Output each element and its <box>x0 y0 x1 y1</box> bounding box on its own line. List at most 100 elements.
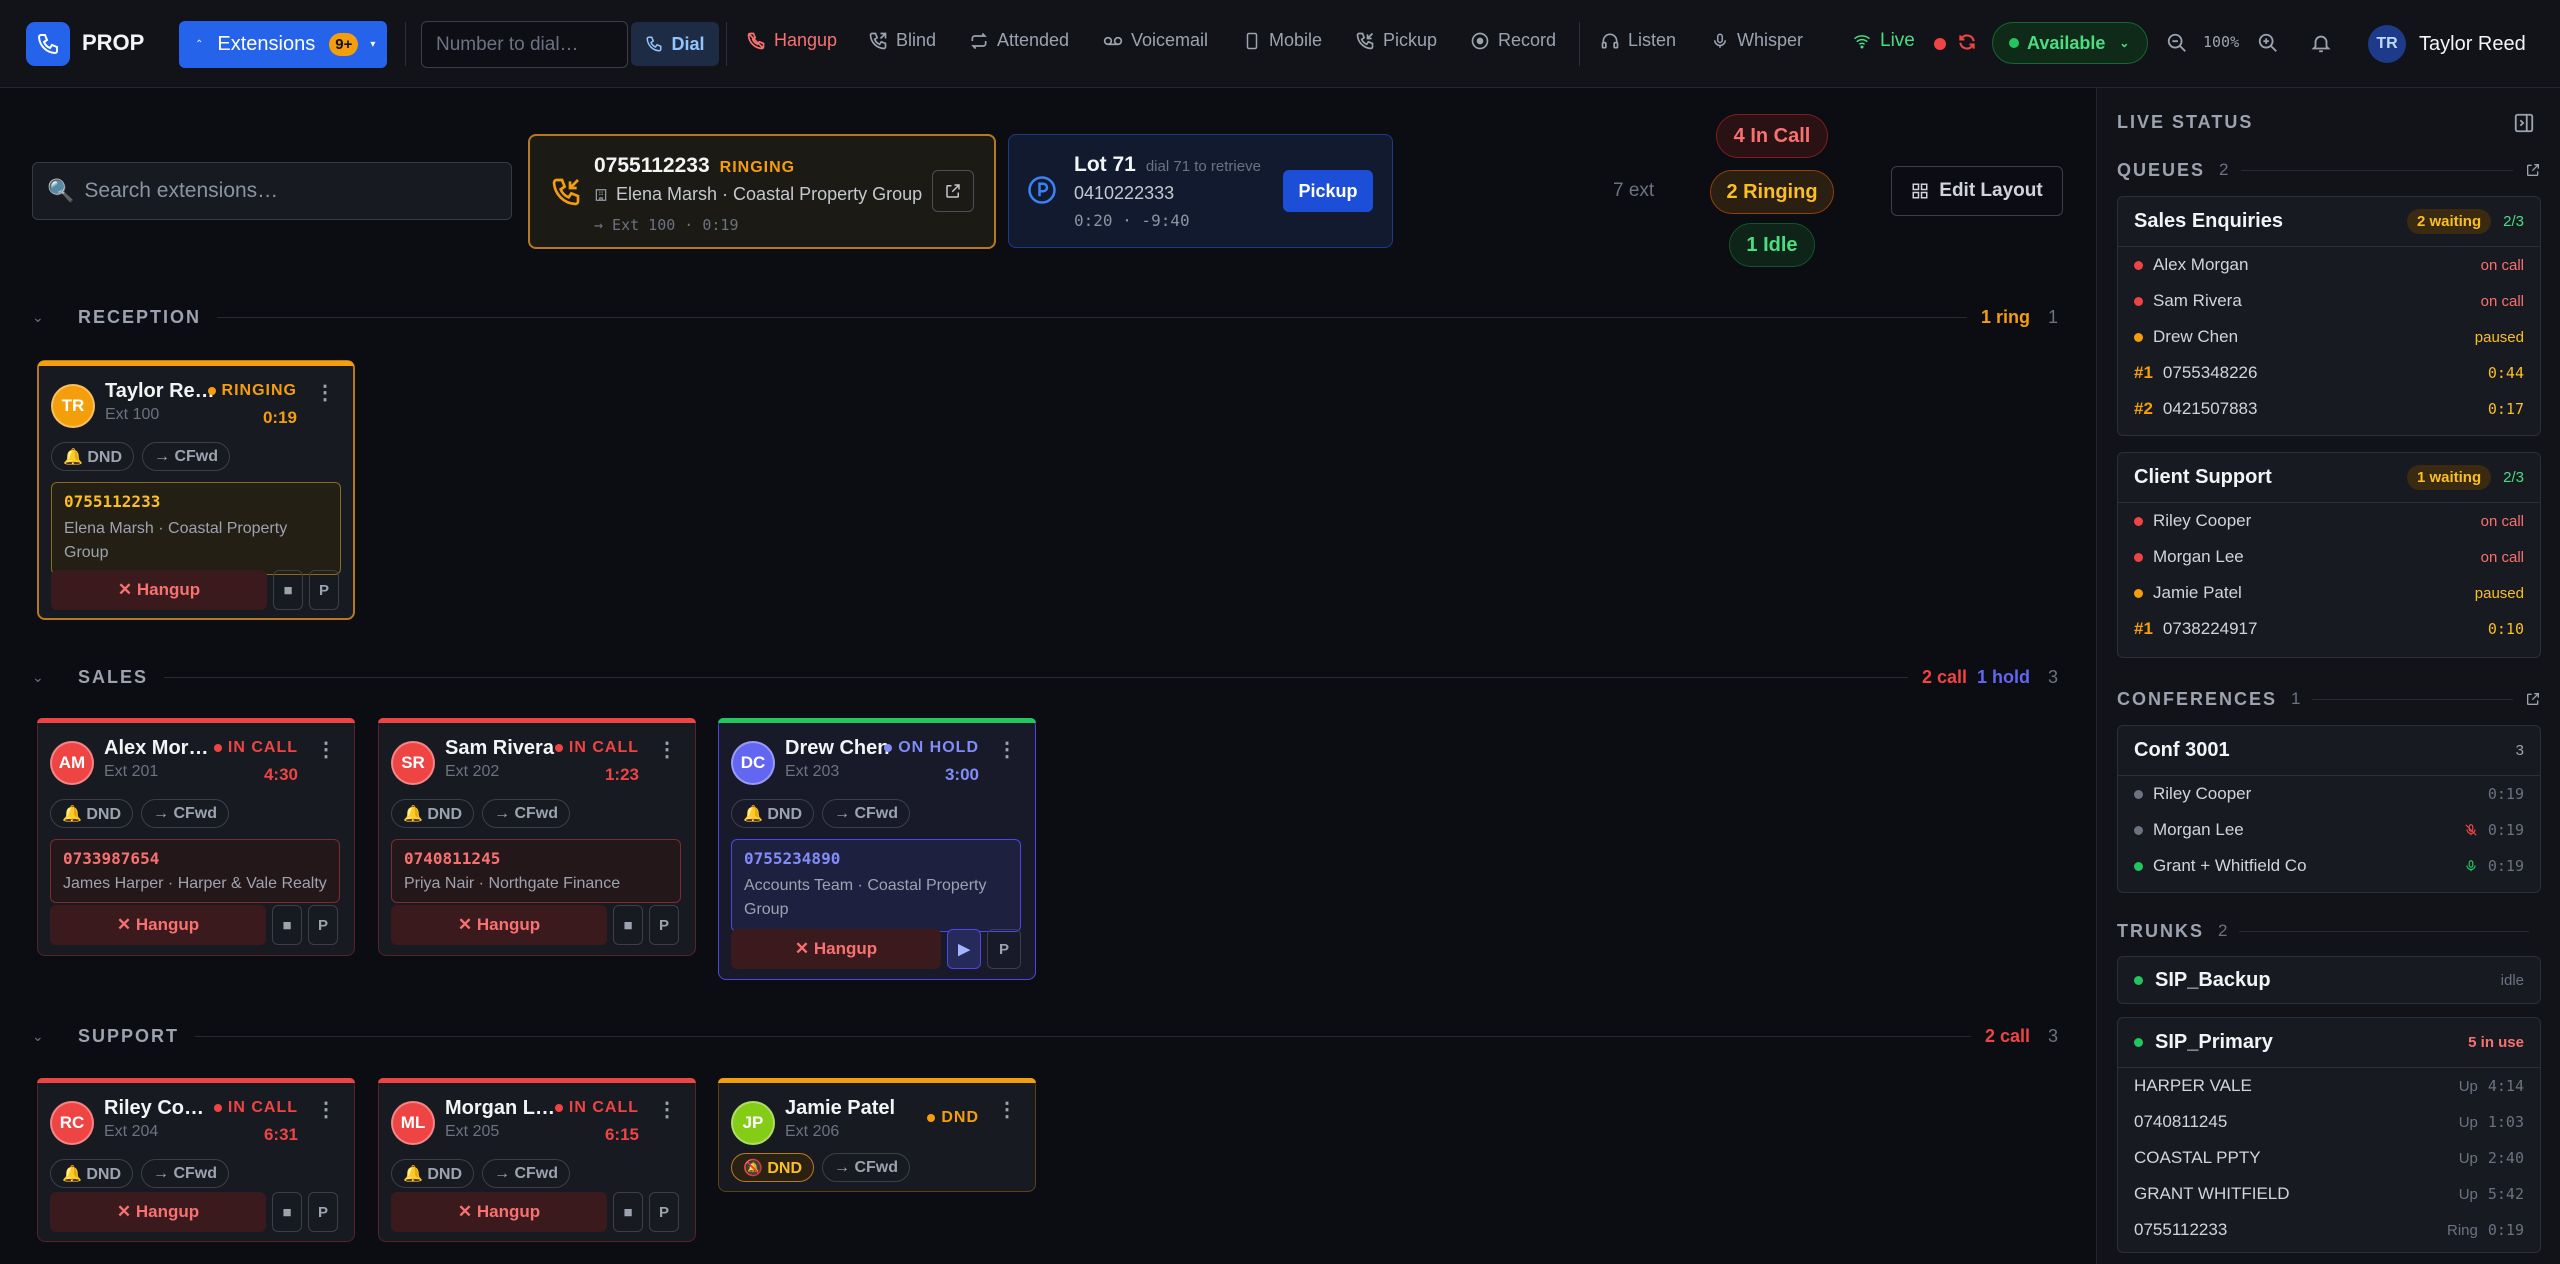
hold-button[interactable]: ■ <box>272 1192 302 1232</box>
dnd-toggle[interactable]: 🔔 DND <box>731 799 815 828</box>
ringing-call-card[interactable]: 0755112233 RINGING Elena Marsh · Coastal… <box>528 134 996 249</box>
bell-icon[interactable] <box>2310 31 2332 55</box>
hangup-button[interactable]: ✕ Hangup <box>731 929 941 969</box>
extension-card-202[interactable]: SR Sam Rivera Ext 202 IN CALL 1:23 ⋮ 🔔 D… <box>378 718 696 956</box>
conference-member: Riley Cooper 0:19 <box>2118 776 2540 812</box>
collapse-panel-icon[interactable] <box>2513 112 2535 134</box>
trunk-channel: 0740811245 Up 1:03 <box>2134 1112 2524 1131</box>
hangup-button[interactable]: ✕ Hangup <box>51 570 267 610</box>
hold-button[interactable]: ■ <box>613 905 643 945</box>
more-vertical-icon[interactable]: ⋮ <box>657 1100 677 1120</box>
dnd-toggle[interactable]: 🔔 DND <box>391 1159 475 1188</box>
queue-card-sales[interactable]: Sales Enquiries 2 waiting 2/3 Alex Morga… <box>2117 196 2541 436</box>
pickup-button[interactable]: Pickup <box>1355 30 1437 51</box>
zoom-in-icon[interactable] <box>2257 32 2279 54</box>
user-avatar[interactable]: TR <box>2368 25 2406 63</box>
hold-button[interactable]: ■ <box>613 1192 643 1232</box>
dnd-toggle[interactable]: 🔔 DND <box>50 1159 134 1188</box>
parked-pickup-button[interactable]: Pickup <box>1283 170 1373 212</box>
external-link-icon[interactable] <box>2525 691 2541 707</box>
attended-transfer-button[interactable]: Attended <box>969 30 1069 51</box>
more-vertical-icon[interactable]: ⋮ <box>657 740 677 760</box>
cfwd-toggle[interactable]: → CFwd <box>142 442 231 471</box>
cfwd-toggle[interactable]: → CFwd <box>822 1153 911 1182</box>
mobile-button[interactable]: Mobile <box>1243 30 1322 51</box>
cfwd-toggle[interactable]: → CFwd <box>482 799 571 828</box>
group-header-support[interactable]: ⌄ SUPPORT 2 call 3 <box>32 1021 2058 1051</box>
ringing-pill[interactable]: 2 Ringing <box>1710 170 1834 214</box>
queue-ratio: 2/3 <box>2503 213 2524 230</box>
hangup-button[interactable]: ✕ Hangup <box>50 905 266 945</box>
zoom-out-icon[interactable] <box>2166 32 2188 54</box>
voicemail-button[interactable]: Voicemail <box>1103 30 1208 51</box>
park-button[interactable]: P <box>987 929 1021 969</box>
more-vertical-icon[interactable]: ⋮ <box>997 740 1017 760</box>
listen-button[interactable]: Listen <box>1600 30 1676 51</box>
extensions-button[interactable]: ⌃ Extensions 9+ ▾ <box>179 21 387 68</box>
hangup-button[interactable]: ✕ Hangup <box>50 1192 266 1232</box>
extension-card-204[interactable]: RC Riley Cooper Ext 204 IN CALL 6:31 ⋮ 🔔… <box>37 1078 355 1242</box>
more-vertical-icon[interactable]: ⋮ <box>315 383 335 403</box>
group-header-reception[interactable]: ⌄ RECEPTION 1 ring 1 <box>32 302 2058 332</box>
status-bar <box>37 1078 355 1083</box>
queue-caller[interactable]: #2 0421507883 0:17 <box>2118 391 2540 427</box>
chevron-down-icon[interactable]: ⌄ <box>32 669 60 686</box>
extension-card-203[interactable]: DC Drew Chen Ext 203 ON HOLD 3:00 ⋮ 🔔 DN… <box>718 718 1036 980</box>
hold-button[interactable]: ■ <box>273 570 303 610</box>
whisper-button[interactable]: Whisper <box>1711 30 1803 51</box>
availability-label: Available <box>2027 32 2106 53</box>
microphone-icon[interactable] <box>2464 858 2478 874</box>
park-button[interactable]: P <box>309 570 339 610</box>
dnd-toggle[interactable]: 🔔 DND <box>50 799 134 828</box>
queue-caller[interactable]: #1 0738224917 0:10 <box>2118 611 2540 647</box>
in-call-pill[interactable]: 4 In Call <box>1716 114 1828 158</box>
external-link-icon[interactable] <box>2525 162 2541 178</box>
dnd-toggle[interactable]: 🔕 DND <box>731 1153 815 1182</box>
more-vertical-icon[interactable]: ⋮ <box>997 1100 1017 1120</box>
park-button[interactable]: P <box>308 905 338 945</box>
record-button[interactable]: Record <box>1470 30 1556 51</box>
user-name[interactable]: Taylor Reed <box>2419 33 2526 56</box>
group-header-sales[interactable]: ⌄ SALES 2 call 1 hold 3 <box>32 662 2058 692</box>
queue-card-support[interactable]: Client Support 1 waiting 2/3 Riley Coope… <box>2117 452 2541 658</box>
cfwd-toggle[interactable]: → CFwd <box>482 1159 571 1188</box>
mic-off-icon[interactable] <box>2464 822 2478 838</box>
idle-pill[interactable]: 1 Idle <box>1729 223 1815 267</box>
dnd-toggle[interactable]: 🔔 DND <box>51 442 135 471</box>
refresh-icon[interactable] <box>1957 32 1977 52</box>
hangup-button[interactable]: ✕ Hangup <box>391 905 607 945</box>
more-vertical-icon[interactable]: ⋮ <box>316 1100 336 1120</box>
park-button[interactable]: P <box>308 1192 338 1232</box>
queue-name: Client Support <box>2134 466 2272 488</box>
dial-button[interactable]: Dial <box>631 22 719 66</box>
chevron-down-icon[interactable]: ⌄ <box>32 309 60 326</box>
extension-card-206[interactable]: JP Jamie Patel Ext 206 DND ⋮ 🔕 DND → CFw… <box>718 1078 1036 1192</box>
hangup-button[interactable]: ✕ Hangup <box>391 1192 607 1232</box>
trunk-channel: HARPER VALE Up 4:14 <box>2134 1076 2524 1095</box>
conference-card[interactable]: Conf 3001 3 Riley Cooper 0:19 Morgan Lee … <box>2117 725 2541 893</box>
queue-caller[interactable]: #1 0755348226 0:44 <box>2118 355 2540 391</box>
extension-card-205[interactable]: ML Morgan Lee Ext 205 IN CALL 6:15 ⋮ 🔔 D… <box>378 1078 696 1242</box>
extension-card-201[interactable]: AM Alex Morgan Ext 201 IN CALL 4:30 ⋮ 🔔 … <box>37 718 355 956</box>
open-call-button[interactable] <box>932 170 974 212</box>
dial-input[interactable] <box>421 21 628 68</box>
availability-dropdown[interactable]: Available ⌄ <box>1992 22 2148 64</box>
more-vertical-icon[interactable]: ⋮ <box>316 740 336 760</box>
cfwd-toggle[interactable]: → CFwd <box>141 799 230 828</box>
trunk-card-backup[interactable]: SIP_Backup idle <box>2117 956 2541 1004</box>
park-button[interactable]: P <box>649 905 679 945</box>
blind-transfer-button[interactable]: Blind <box>868 30 936 51</box>
hold-button[interactable]: ■ <box>272 905 302 945</box>
extension-card-100[interactable]: TR Taylor Reed Ext 100 RINGING 0:19 ⋮ 🔔 … <box>37 360 355 620</box>
dnd-toggle[interactable]: 🔔 DND <box>391 799 475 828</box>
edit-layout-button[interactable]: Edit Layout <box>1891 166 2063 216</box>
resume-button[interactable]: ▶ <box>947 929 981 969</box>
cfwd-toggle[interactable]: → CFwd <box>141 1159 230 1188</box>
park-button[interactable]: P <box>649 1192 679 1232</box>
trunk-card-primary[interactable]: SIP_Primary 5 in use HARPER VALE Up 4:14 0… <box>2117 1017 2541 1253</box>
hangup-button[interactable]: Hangup <box>746 30 837 51</box>
chevron-down-icon[interactable]: ⌄ <box>32 1028 60 1045</box>
parked-call-card[interactable]: Lot 71 dial 71 to retrieve 0410222333 0:… <box>1008 134 1393 248</box>
search-box[interactable]: 🔍 Search extensions… <box>32 162 512 220</box>
cfwd-toggle[interactable]: → CFwd <box>822 799 911 828</box>
